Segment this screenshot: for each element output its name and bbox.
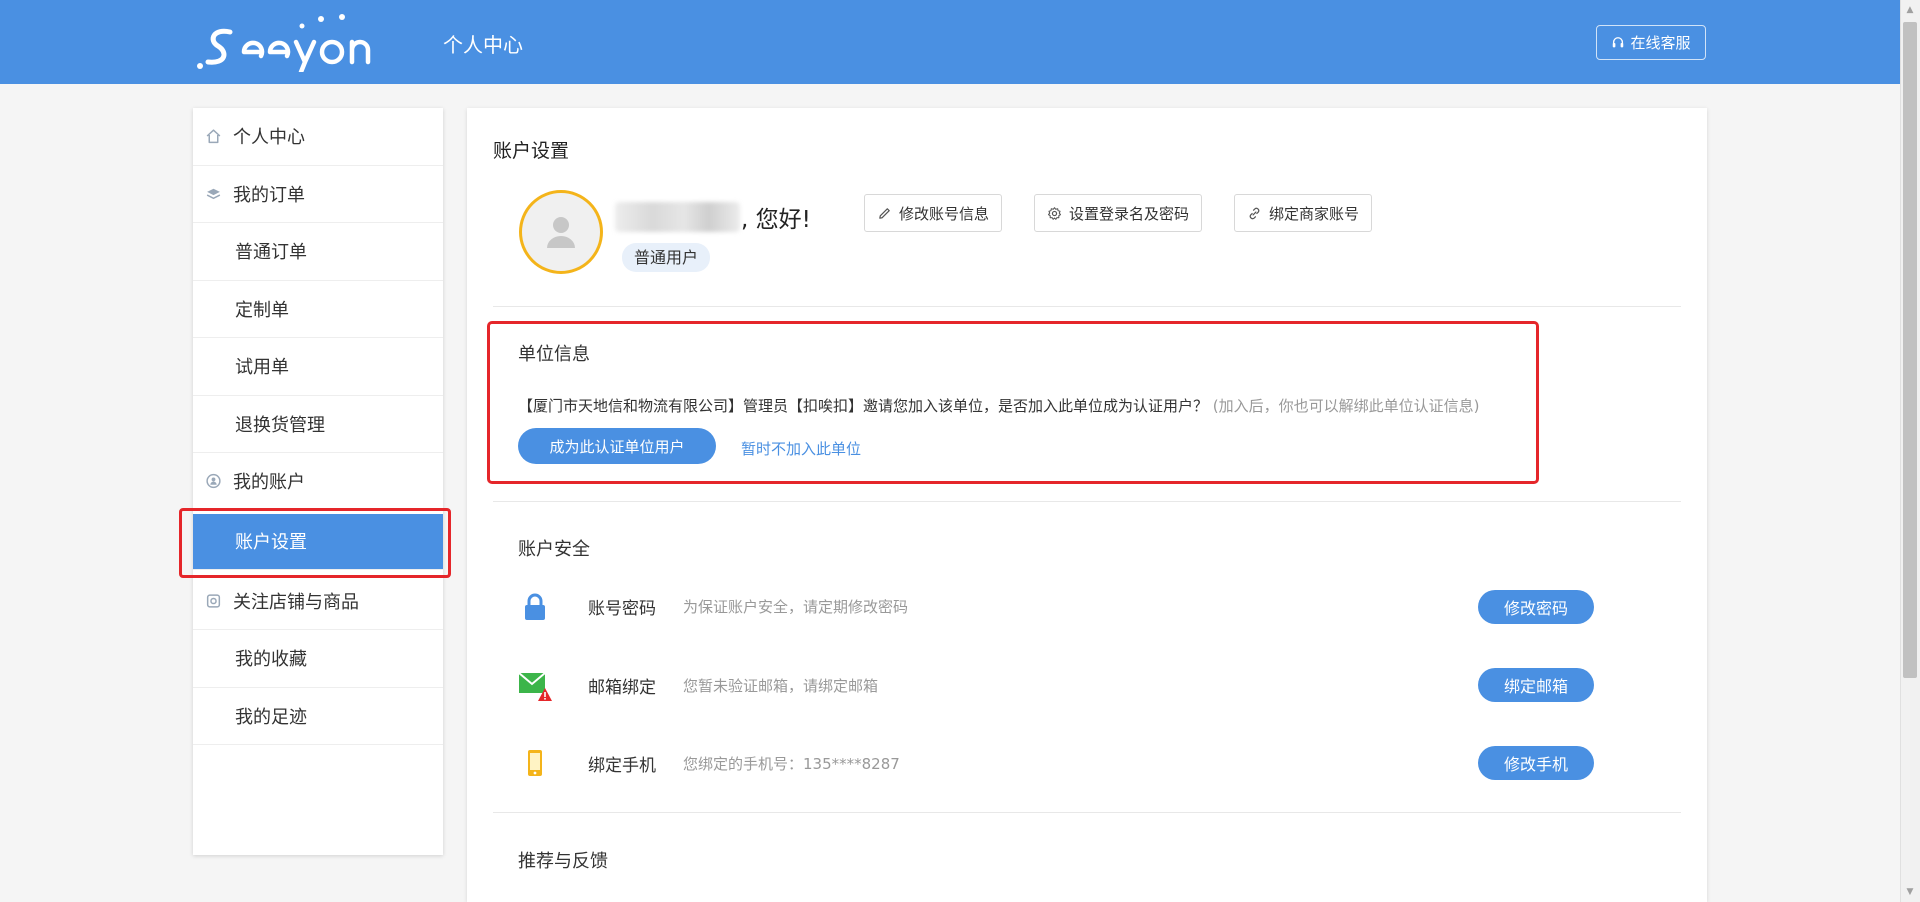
sidebar-highlight-frame [179, 508, 451, 578]
lock-icon [517, 589, 553, 625]
email-row-label: 邮箱绑定 [588, 678, 656, 698]
link-icon [1249, 207, 1260, 219]
sidebar-item-favorites[interactable]: 我的收藏 [193, 630, 443, 688]
set-login-password-label: 设置登录名及密码 [1069, 204, 1190, 223]
unit-invite-text: 【厦门市天地信和物流有限公司】管理员【扣唉扣】邀请您加入该单位，是否加入此单位成… [518, 397, 1209, 415]
sidebar-item-label: 我的收藏 [235, 649, 307, 671]
sidebar-item-footprints[interactable]: 我的足迹 [193, 688, 443, 745]
decline-unit-link[interactable]: 暂时不加入此单位 [741, 438, 861, 459]
greeting-text: , 您好! [741, 207, 811, 233]
section-divider [493, 501, 1681, 502]
home-icon [205, 128, 222, 145]
edit-account-info-label: 修改账号信息 [899, 204, 990, 223]
pencil-icon [879, 207, 890, 219]
header-title: 个人中心 [443, 33, 523, 57]
scroll-down-arrow-icon[interactable]: ▼ [1903, 886, 1917, 898]
default-user-avatar-icon [547, 217, 575, 248]
unit-invite-message: 【厦门市天地信和物流有限公司】管理员【扣唉扣】邀请您加入该单位，是否加入此单位成… [518, 395, 1480, 416]
recommend-feedback-title: 推荐与反馈 [518, 851, 608, 872]
password-row-label: 账号密码 [588, 599, 656, 619]
seeyon-logo[interactable] [196, 14, 380, 75]
sidebar-item-label: 普通订单 [235, 242, 307, 264]
sidebar-item-returns[interactable]: 退换货管理 [193, 396, 443, 453]
avatar[interactable] [519, 190, 603, 274]
bind-email-button[interactable]: 绑定邮箱 [1478, 668, 1594, 702]
sidebar-item-trial-orders[interactable]: 试用单 [193, 338, 443, 396]
password-row-desc: 为保证账户安全，请定期修改密码 [683, 598, 909, 616]
online-support-label: 在线客服 [1630, 34, 1691, 52]
sidebar-item-normal-orders[interactable]: 普通订单 [193, 223, 443, 281]
page-title: 账户设置 [493, 140, 570, 162]
user-circle-icon [205, 473, 222, 490]
sidebar-item-personal-center[interactable]: 个人中心 [193, 108, 443, 166]
sidebar-item-label: 我的订单 [233, 184, 305, 206]
bind-merchant-account-button[interactable]: 绑定商家账号 [1234, 194, 1373, 232]
store-icon [205, 592, 222, 609]
sidebar-item-label: 个人中心 [233, 127, 305, 149]
sidebar-item-label: 退换货管理 [235, 414, 325, 436]
main-panel: 账户设置 , 您好! 普通用户 修改账号信息 设置登录名及密码 绑定商家账号 单… [467, 108, 1707, 902]
seeyon-logo-icon [197, 14, 371, 75]
phone-row-desc: 您绑定的手机号：135****8287 [683, 755, 900, 773]
mail-warning-icon [517, 667, 553, 703]
sidebar-item-my-orders[interactable]: 我的订单 [193, 166, 443, 223]
change-password-button[interactable]: 修改密码 [1478, 590, 1594, 624]
sidebar-item-followed-stores[interactable]: 关注店铺与商品 [193, 573, 443, 630]
sidebar-item-label: 试用单 [235, 357, 289, 379]
sidebar-item-my-account[interactable]: 我的账户 [193, 453, 443, 511]
edit-account-info-button[interactable]: 修改账号信息 [864, 194, 1003, 232]
join-unit-button[interactable]: 成为此认证单位用户 [518, 428, 716, 464]
sidebar-item-label: 我的账户 [233, 472, 305, 494]
gear-icon [1047, 206, 1062, 220]
phone-row-label: 绑定手机 [588, 756, 656, 776]
account-security-title: 账户安全 [518, 539, 590, 560]
phone-icon [517, 746, 553, 782]
unit-invite-note: (加入后，你也可以解绑此单位认证信息) [1212, 397, 1480, 415]
set-login-password-button[interactable]: 设置登录名及密码 [1034, 194, 1203, 232]
scrollbar-thumb[interactable] [1903, 22, 1917, 678]
section-divider [493, 812, 1681, 813]
change-phone-button[interactable]: 修改手机 [1478, 746, 1594, 780]
bind-merchant-account-label: 绑定商家账号 [1269, 204, 1360, 223]
online-support-button[interactable]: 在线客服 [1596, 25, 1706, 60]
sidebar-item-label: 定制单 [235, 299, 289, 321]
sidebar-item-custom-orders[interactable]: 定制单 [193, 281, 443, 338]
scroll-up-arrow-icon[interactable]: ▲ [1903, 4, 1917, 16]
unit-info-title: 单位信息 [518, 344, 590, 365]
user-type-badge: 普通用户 [622, 243, 711, 272]
headset-icon [1613, 36, 1624, 47]
username-blurred [615, 202, 740, 232]
email-row-desc: 您暂未验证邮箱，请绑定邮箱 [683, 677, 879, 695]
sidebar-nav: 个人中心 我的订单 普通订单 定制单 试用单 退换货管理 我的账户 账户设置 关… [193, 108, 443, 855]
sidebar-item-label: 我的足迹 [235, 706, 307, 728]
sidebar-item-label: 关注店铺与商品 [233, 591, 359, 613]
layers-icon [205, 185, 222, 202]
top-header: 个人中心 在线客服 [0, 0, 1900, 84]
section-divider [493, 306, 1681, 307]
